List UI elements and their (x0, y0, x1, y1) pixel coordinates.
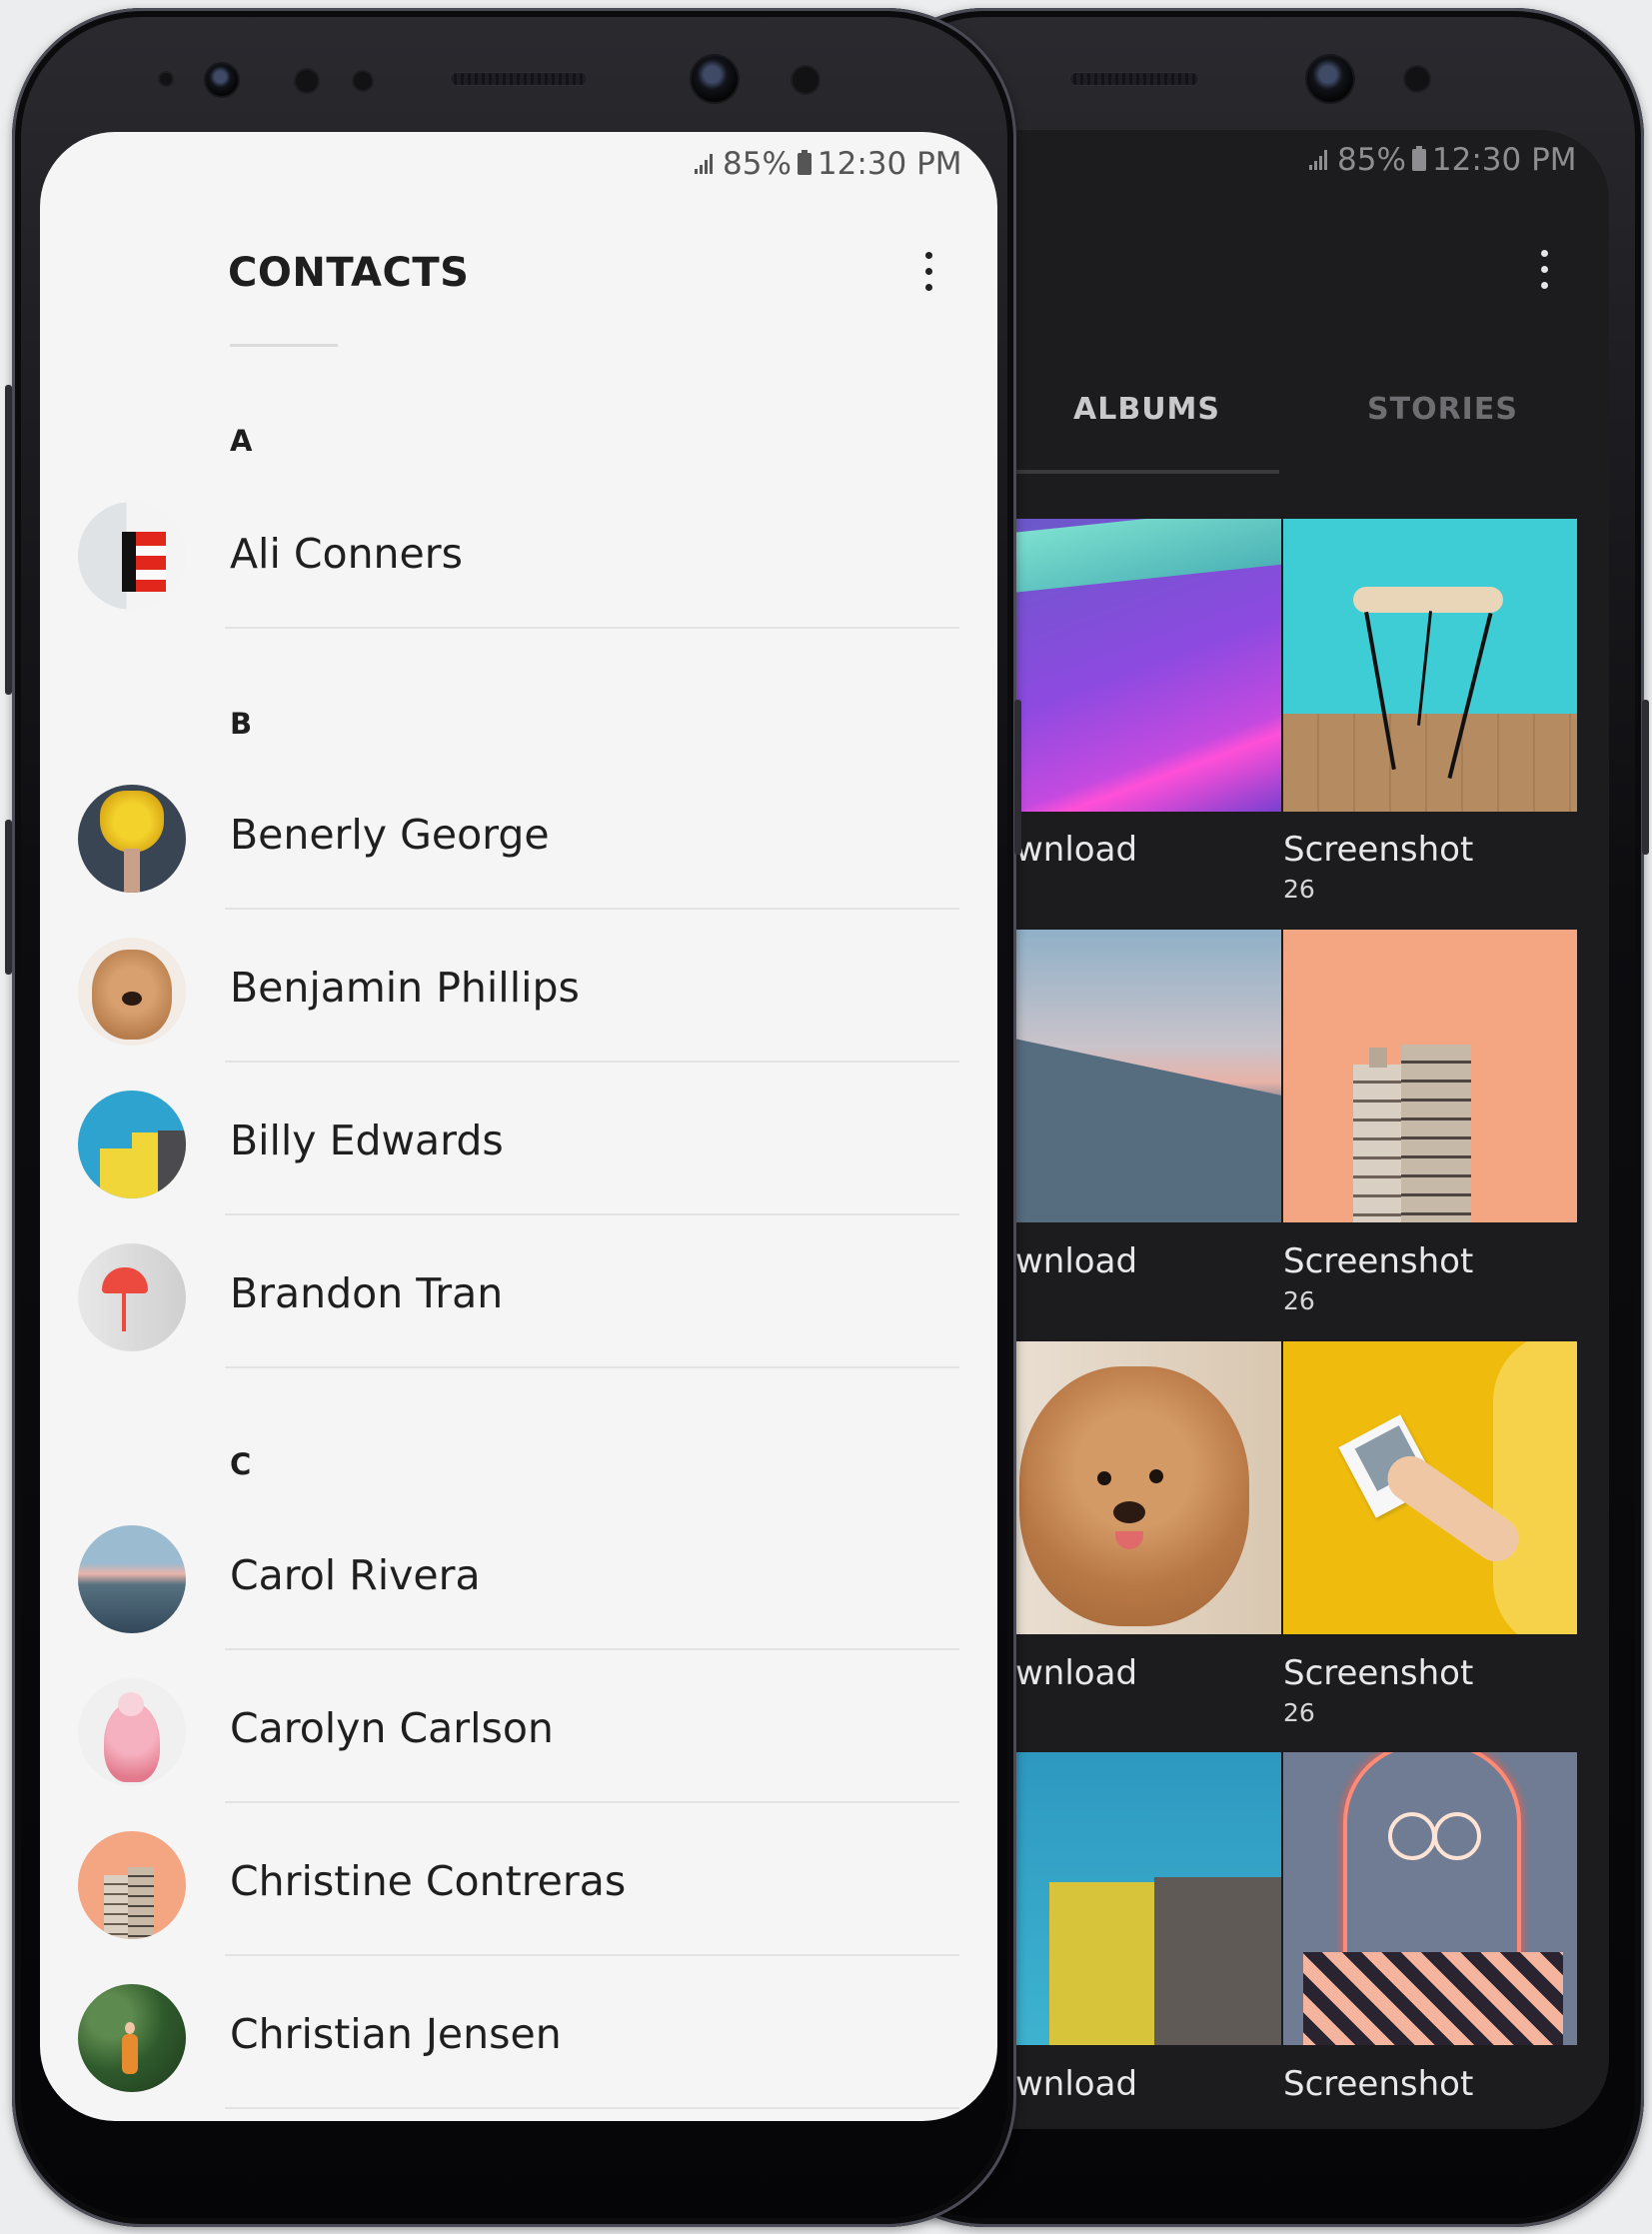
album-count: 26 (1283, 1698, 1315, 1727)
proximity-sensor (1405, 67, 1429, 91)
album-thumb-download[interactable] (1009, 1752, 1281, 2045)
contact-row[interactable]: Ali Conners (40, 482, 997, 632)
battery-icon (797, 150, 812, 175)
more-vert-icon[interactable] (925, 252, 933, 291)
contact-row[interactable]: Benjamin Phillips (40, 918, 997, 1068)
sensor-2 (354, 72, 372, 90)
earpiece-speaker (1069, 72, 1199, 86)
iris-scanner-icon (206, 64, 238, 96)
divider (225, 627, 959, 629)
lighthouse-avatar (78, 502, 186, 610)
page-title: CONTACTS (228, 250, 470, 296)
status-bar-dark: 85% 12:30 PM (1309, 142, 1577, 178)
contact-name: Carolyn Carlson (230, 1704, 554, 1752)
cockatoo-avatar (78, 1678, 186, 1786)
album-thumb-download[interactable] (1009, 519, 1281, 812)
contact-name: Billy Edwards (230, 1117, 504, 1164)
front-camera-icon (1307, 56, 1353, 102)
poodle-avatar (78, 938, 186, 1046)
album-label: wnload (1015, 1241, 1138, 1281)
section-header-b: B (230, 707, 253, 741)
led-indicator (160, 73, 172, 85)
power-button (1642, 700, 1649, 855)
divider (225, 1213, 959, 1215)
album-label: wnload (1015, 830, 1138, 870)
contact-name: Carol Rivera (230, 1551, 481, 1599)
signal-icon (1309, 150, 1331, 170)
album-label: Screenshot (1283, 830, 1474, 870)
contact-name: Benjamin Phillips (230, 964, 580, 1012)
contact-name: Christian Jensen (230, 2010, 562, 2058)
tab-albums-indicator (1009, 470, 1279, 474)
section-header-a: A (230, 424, 253, 458)
battery-percent: 85% (1337, 142, 1406, 178)
proximity-sensor (793, 67, 819, 93)
album-label: wnload (1015, 1653, 1138, 1693)
divider (225, 908, 959, 910)
divider (225, 1954, 959, 1956)
contact-name: Benerly George (230, 811, 550, 859)
gallery-screen: 85% 12:30 PM ALBUMS STORIES wnload Scree… (1009, 130, 1609, 2129)
contact-name: Christine Contreras (230, 1857, 627, 1905)
album-thumb-download[interactable] (1009, 1341, 1281, 1634)
album-label: Screenshot (1283, 1653, 1474, 1693)
album-label: wnload (1015, 2064, 1138, 2104)
section-header-c: C (230, 1447, 252, 1481)
forest-avatar (78, 1984, 186, 2092)
tower-avatar (78, 1831, 186, 1939)
album-thumb-download[interactable] (1009, 930, 1281, 1222)
contact-row[interactable]: Carolyn Carlson (40, 1658, 997, 1808)
contact-row[interactable]: Billy Edwards (40, 1071, 997, 1220)
album-thumb-screenshot[interactable] (1283, 1752, 1577, 2045)
contact-name: Ali Conners (230, 530, 463, 578)
sensor-1 (296, 70, 318, 92)
status-time: 12:30 PM (817, 146, 962, 182)
bixby-button (5, 820, 12, 975)
album-label: Screenshot (1283, 1241, 1474, 1281)
contacts-screen: 85% 12:30 PM CONTACTS A Ali Conners B Be… (40, 132, 997, 2121)
volume-button (5, 385, 12, 695)
power-button (1014, 700, 1021, 855)
divider (225, 1366, 959, 1368)
contact-row[interactable]: Christian Jensen (40, 1964, 997, 2114)
album-count: 26 (1283, 1286, 1315, 1315)
mountain-avatar (78, 1525, 186, 1633)
divider (225, 1061, 959, 1063)
status-bar-light: 85% 12:30 PM (695, 146, 962, 182)
front-camera-icon (692, 56, 738, 102)
album-count: 26 (1283, 875, 1315, 904)
earpiece-speaker (450, 72, 588, 86)
contact-row[interactable]: Carol Rivera (40, 1505, 997, 1655)
yellow-building-avatar (78, 1091, 186, 1198)
divider (225, 1648, 959, 1650)
divider (225, 1801, 959, 1803)
album-thumb-screenshot[interactable] (1283, 519, 1577, 812)
divider (225, 2107, 959, 2109)
album-thumb-screenshot[interactable] (1283, 1341, 1577, 1634)
tab-albums[interactable]: ALBUMS (1073, 392, 1220, 427)
flowers-avatar (78, 785, 186, 893)
tab-stories[interactable]: STORIES (1367, 392, 1518, 427)
red-lamp-avatar (78, 1243, 186, 1351)
album-thumb-screenshot[interactable] (1283, 930, 1577, 1222)
status-time: 12:30 PM (1431, 142, 1577, 178)
title-underline (230, 344, 338, 347)
signal-icon (695, 154, 717, 174)
contact-row[interactable]: Brandon Tran (40, 1223, 997, 1373)
contact-name: Brandon Tran (230, 1269, 504, 1317)
battery-icon (1411, 146, 1426, 171)
contact-row[interactable]: Benerly George (40, 765, 997, 915)
album-label: Screenshot (1283, 2064, 1474, 2104)
gallery-more-vert-icon[interactable] (1541, 250, 1549, 289)
contact-row[interactable]: Christine Contreras (40, 1811, 997, 1961)
battery-percent: 85% (723, 146, 792, 182)
